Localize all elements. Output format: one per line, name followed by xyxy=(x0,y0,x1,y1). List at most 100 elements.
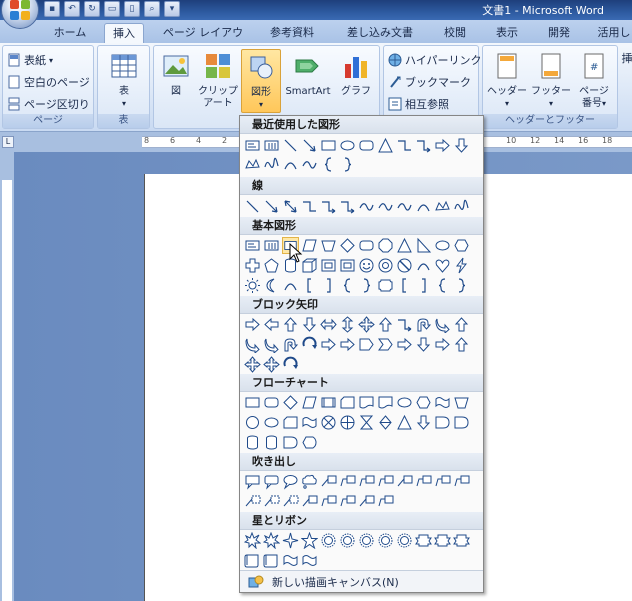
shape-lineCall-icon[interactable] xyxy=(301,493,318,510)
shape-card-icon[interactable] xyxy=(339,394,356,411)
shape-seal-icon[interactable] xyxy=(339,532,356,549)
shape-lineCall2-icon[interactable] xyxy=(415,473,432,490)
shape-lineCall-icon[interactable] xyxy=(320,473,337,490)
shape-oval-icon[interactable] xyxy=(263,414,280,431)
shape-rarrow-icon[interactable] xyxy=(434,137,451,154)
shape-curve-icon[interactable] xyxy=(301,156,318,173)
shape-trap-icon[interactable] xyxy=(453,394,470,411)
shape-curvedR-icon[interactable] xyxy=(434,316,451,333)
shape-lineCall2-icon[interactable] xyxy=(377,493,394,510)
shape-lrarrow-icon[interactable] xyxy=(320,316,337,333)
shape-sun-icon[interactable] xyxy=(244,277,261,294)
page-number-button[interactable]: # ページ 番号▾ xyxy=(573,52,615,110)
shape-penta-icon[interactable] xyxy=(358,336,375,353)
hyperlink-button[interactable]: ハイパーリンク xyxy=(388,52,482,68)
shape-circArrow-icon[interactable] xyxy=(282,356,299,373)
shape-curve-icon[interactable] xyxy=(396,198,413,215)
shape-delay-icon[interactable] xyxy=(434,414,451,431)
footer-button[interactable]: フッター ▾ xyxy=(529,52,573,110)
shape-rarrow-icon[interactable] xyxy=(396,336,413,353)
shape-chev-icon[interactable] xyxy=(377,336,394,353)
shape-txt-icon[interactable] xyxy=(244,137,261,154)
shape-rbrace-icon[interactable] xyxy=(453,277,470,294)
tab-view[interactable]: 表示 xyxy=(490,23,524,43)
shape-octagon-icon[interactable] xyxy=(377,237,394,254)
cross-reference-button[interactable]: 相互参照 xyxy=(388,96,449,112)
shape-rbrace-icon[interactable] xyxy=(339,156,356,173)
shape-scroll-icon[interactable] xyxy=(263,552,280,569)
redo-icon[interactable]: ↻ xyxy=(84,1,100,17)
shape-quad-icon[interactable] xyxy=(244,356,261,373)
shape-star5-icon[interactable] xyxy=(301,532,318,549)
shape-dashCall-icon[interactable] xyxy=(263,493,280,510)
shape-darrow-icon[interactable] xyxy=(282,198,299,215)
shape-curvedR-icon[interactable] xyxy=(263,336,280,353)
shape-quad-icon[interactable] xyxy=(263,356,280,373)
chart-button[interactable]: グラフ xyxy=(336,52,376,98)
save-icon[interactable]: ▪ xyxy=(44,1,60,17)
shape-arc-icon[interactable] xyxy=(415,257,432,274)
shape-lbrace-icon[interactable] xyxy=(320,156,337,173)
shape-document-icon[interactable] xyxy=(377,394,394,411)
shape-lineCall2-icon[interactable] xyxy=(320,493,337,510)
shape-dashCall-icon[interactable] xyxy=(282,493,299,510)
bookmark-button[interactable]: ブックマーク xyxy=(388,74,471,90)
shapes-button[interactable]: 図形 ▾ xyxy=(241,49,281,113)
shape-lineCall2-icon[interactable] xyxy=(434,473,451,490)
shape-rtri-icon[interactable] xyxy=(415,237,432,254)
shape-elbowa-icon[interactable] xyxy=(339,198,356,215)
shape-lbrace-icon[interactable] xyxy=(339,277,356,294)
shape-txt-icon[interactable] xyxy=(244,237,261,254)
shape-elbowa-icon[interactable] xyxy=(415,137,432,154)
shape-freeform-icon[interactable] xyxy=(244,156,261,173)
shape-elbow-icon[interactable] xyxy=(301,198,318,215)
clipart-button[interactable]: クリップ アート xyxy=(198,52,238,110)
table-button[interactable]: 表 ▾ xyxy=(106,52,142,110)
new-drawing-canvas-item[interactable]: 新しい描画キャンバス(N) xyxy=(240,570,483,592)
shape-lineCall-icon[interactable] xyxy=(396,473,413,490)
shape-circArrow-icon[interactable] xyxy=(301,336,318,353)
shape-lineCall2-icon[interactable] xyxy=(339,493,356,510)
shape-uturn-icon[interactable] xyxy=(282,336,299,353)
shape-uarrow-icon[interactable] xyxy=(453,336,470,353)
shape-vtxt-icon[interactable] xyxy=(263,137,280,154)
shape-scribble-icon[interactable] xyxy=(263,156,280,173)
tab-home[interactable]: ホーム xyxy=(50,23,90,43)
shape-arc-icon[interactable] xyxy=(415,198,432,215)
shape-collate-icon[interactable] xyxy=(358,414,375,431)
header-button[interactable]: ヘッダー ▾ xyxy=(485,52,529,110)
shape-ribbon-icon[interactable] xyxy=(415,532,432,549)
shape-ribbon-icon[interactable] xyxy=(434,532,451,549)
shape-scribble-icon[interactable] xyxy=(453,198,470,215)
shape-delay-icon[interactable] xyxy=(453,414,470,431)
shape-tape-icon[interactable] xyxy=(301,414,318,431)
tab-insert[interactable]: 挿入 xyxy=(104,23,144,43)
shape-line-icon[interactable] xyxy=(282,137,299,154)
shape-uturn-icon[interactable] xyxy=(415,316,432,333)
shape-lbrace-icon[interactable] xyxy=(434,277,451,294)
shape-quad-icon[interactable] xyxy=(358,316,375,333)
customize-qat-icon[interactable]: ▾ xyxy=(164,1,180,17)
shape-predef-icon[interactable] xyxy=(320,394,337,411)
shape-hex-icon[interactable] xyxy=(415,394,432,411)
shape-smiley-icon[interactable] xyxy=(358,257,375,274)
shape-cylinder-icon[interactable] xyxy=(244,434,261,451)
shape-seal-icon[interactable] xyxy=(377,532,394,549)
shape-rarrow-icon[interactable] xyxy=(320,336,337,353)
shape-moon-icon[interactable] xyxy=(263,277,280,294)
shape-sumj-icon[interactable] xyxy=(320,414,337,431)
shape-curve-icon[interactable] xyxy=(377,198,394,215)
shape-diamond-icon[interactable] xyxy=(282,394,299,411)
shape-para-icon[interactable] xyxy=(301,237,318,254)
shape-rarrow-icon[interactable] xyxy=(244,316,261,333)
shape-card-icon[interactable] xyxy=(282,414,299,431)
shape-rarrow-icon[interactable] xyxy=(434,336,451,353)
shape-star4-icon[interactable] xyxy=(282,532,299,549)
open-icon[interactable]: ▭ xyxy=(104,1,120,17)
shape-callRect-icon[interactable] xyxy=(244,473,261,490)
shape-arc-icon[interactable] xyxy=(282,156,299,173)
shape-darr-icon[interactable] xyxy=(415,414,432,431)
shape-rbrace-icon[interactable] xyxy=(358,277,375,294)
shape-rrect-icon[interactable] xyxy=(358,237,375,254)
shape-lineCall2-icon[interactable] xyxy=(377,473,394,490)
